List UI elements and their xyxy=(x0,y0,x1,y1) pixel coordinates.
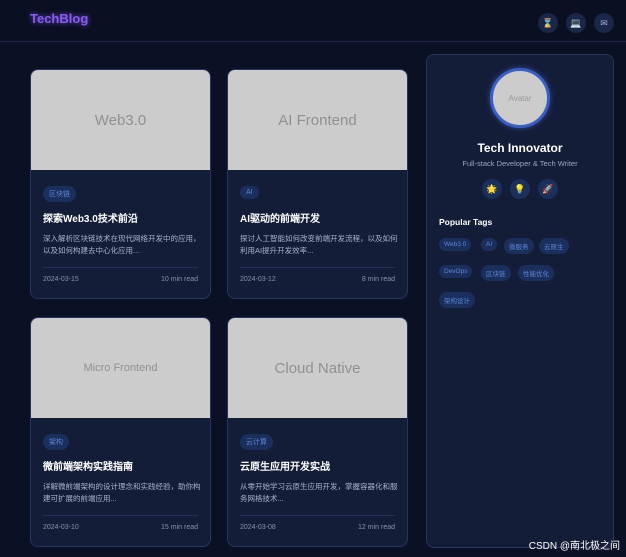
post-tag[interactable]: 架构 xyxy=(43,434,69,450)
watermark: CSDN @南北极之间 xyxy=(528,541,620,552)
popular-tag[interactable]: 微服务 xyxy=(504,238,534,254)
popular-tag[interactable]: 云原生 xyxy=(539,238,569,254)
popular-tag[interactable]: 架构设计 xyxy=(439,292,475,308)
post-read-time: 10 min read xyxy=(161,276,198,283)
post-tag[interactable]: 区块链 xyxy=(43,186,76,202)
divider xyxy=(240,515,395,516)
profile-name: Tech Innovator xyxy=(477,141,563,155)
rocket-icon[interactable]: 🚀 xyxy=(538,179,558,199)
post-card-cloud-native[interactable]: Cloud Native 云计算 云原生应用开发实战 从零开始学习云原生应用开发… xyxy=(227,317,408,547)
post-card-web3[interactable]: Web3.0 区块链 探索Web3.0技术前沿 深入解析区块链技术在现代网络开发… xyxy=(30,69,211,299)
post-title[interactable]: 云原生应用开发实战 xyxy=(240,458,400,473)
post-date: 2024-03-08 xyxy=(240,524,276,531)
avatar: Avatar xyxy=(490,68,550,128)
lightbulb-icon[interactable]: 💡 xyxy=(510,179,530,199)
mail-icon[interactable]: ✉ xyxy=(594,13,614,33)
popular-tag[interactable]: Web3.0 xyxy=(439,238,472,251)
post-description: 探讨人工智能如何改变前端开发流程，以及如何利用AI提升开发效率... xyxy=(240,234,398,255)
post-read-time: 15 min read xyxy=(161,524,198,531)
post-title[interactable]: 微前端架构实践指南 xyxy=(43,458,203,473)
post-tag[interactable]: AI xyxy=(240,186,259,199)
post-description: 深入解析区块链技术在现代网络开发中的应用，以及如何构建去中心化应用... xyxy=(43,234,201,255)
post-cover-image: Web3.0 xyxy=(31,70,210,170)
post-card-micro-frontend[interactable]: Micro Frontend 架构 微前端架构实践指南 详解微前端架构的设计理念… xyxy=(30,317,211,547)
post-cover-image: Micro Frontend xyxy=(31,318,210,418)
popular-tag[interactable]: 性能优化 xyxy=(518,265,554,281)
post-tag[interactable]: 云计算 xyxy=(240,434,273,450)
post-title[interactable]: 探索Web3.0技术前沿 xyxy=(43,210,203,225)
post-description: 详解微前端架构的设计理念和实践经验，助你构建可扩展的前端应用... xyxy=(43,482,201,503)
site-logo[interactable]: TechBlog xyxy=(30,11,88,26)
profile-sidebar: Avatar Tech Innovator Full-stack Develop… xyxy=(426,54,614,548)
sun-icon[interactable]: 🌟 xyxy=(482,179,502,199)
popular-tag[interactable]: 区块链 xyxy=(481,265,511,281)
divider xyxy=(240,267,395,268)
post-description: 从零开始学习云原生应用开发，掌握容器化和服务网格技术... xyxy=(240,482,398,503)
profile-role: Full-stack Developer & Tech Writer xyxy=(462,159,578,168)
popular-tag[interactable]: DevOps xyxy=(439,265,473,278)
popular-tags-title: Popular Tags xyxy=(439,217,493,227)
hourglass-icon[interactable]: ⌛ xyxy=(538,13,558,33)
divider xyxy=(43,267,198,268)
post-date: 2024-03-12 xyxy=(240,276,276,283)
post-date: 2024-03-10 xyxy=(43,524,79,531)
post-card-ai-frontend[interactable]: AI Frontend AI AI驱动的前端开发 探讨人工智能如何改变前端开发流… xyxy=(227,69,408,299)
top-header: TechBlog ⌛ 💻 ✉ xyxy=(0,0,626,42)
laptop-icon[interactable]: 💻 xyxy=(566,13,586,33)
post-read-time: 12 min read xyxy=(358,524,395,531)
post-read-time: 8 min read xyxy=(361,276,395,283)
popular-tag[interactable]: AI xyxy=(481,238,498,251)
post-title[interactable]: AI驱动的前端开发 xyxy=(240,210,400,225)
post-cover-image: Cloud Native xyxy=(228,318,407,418)
post-date: 2024-03-15 xyxy=(43,276,79,283)
divider xyxy=(43,515,198,516)
post-cover-image: AI Frontend xyxy=(228,70,407,170)
